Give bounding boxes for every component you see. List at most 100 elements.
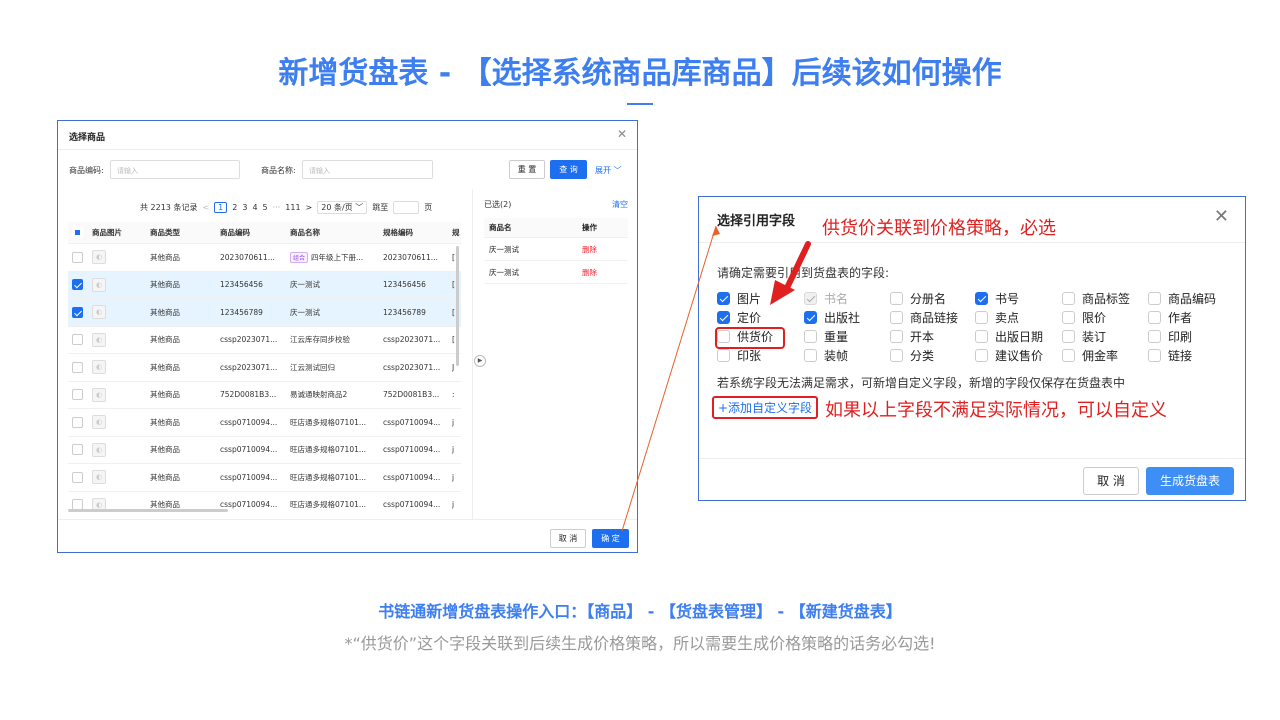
field-option[interactable]: 作者: [1148, 308, 1192, 327]
field-option[interactable]: 书号: [975, 289, 1019, 308]
product-name-input[interactable]: 请输入: [302, 160, 433, 179]
page-2[interactable]: 2: [232, 203, 237, 212]
table-row[interactable]: ◐ 其他商品 cssp0710094... 旺店通多规格07101... cssp071…: [68, 409, 461, 437]
field-checkbox[interactable]: [1148, 311, 1161, 324]
row-checkbox[interactable]: [72, 279, 83, 291]
delete-link[interactable]: 删除: [582, 261, 597, 283]
row-checkbox[interactable]: [72, 306, 83, 318]
field-option[interactable]: 佣金率: [1062, 346, 1118, 365]
product-code-input[interactable]: 请输入: [110, 160, 240, 179]
page-5[interactable]: 5: [263, 203, 268, 212]
select-all-checkbox[interactable]: [72, 227, 83, 238]
clear-link[interactable]: 清空: [612, 199, 628, 210]
title-underline: [627, 103, 653, 105]
field-checkbox[interactable]: [1062, 349, 1075, 362]
page-4[interactable]: 4: [252, 203, 257, 212]
field-checkbox[interactable]: [975, 330, 988, 343]
field-option[interactable]: 装帧: [804, 346, 848, 365]
field-option[interactable]: 卖点: [975, 308, 1019, 327]
horizontal-scrollbar[interactable]: [68, 509, 228, 512]
row-checkbox[interactable]: [72, 251, 83, 263]
field-option[interactable]: 图片: [717, 289, 761, 308]
reset-button[interactable]: 重 置: [509, 160, 545, 179]
field-option[interactable]: 定价: [717, 308, 761, 327]
close-icon[interactable]: ✕: [617, 127, 627, 141]
field-checkbox[interactable]: [717, 311, 730, 324]
column-header: 操作: [582, 223, 597, 232]
row-checkbox[interactable]: [72, 444, 83, 456]
page-size-select[interactable]: 20 条/页 ﹀: [317, 201, 368, 214]
field-checkbox[interactable]: [717, 292, 730, 305]
row-checkbox[interactable]: [72, 389, 83, 401]
field-option[interactable]: 限价: [1062, 308, 1106, 327]
table-row[interactable]: ◐ 其他商品 cssp0710094... 旺店通多规格07101... cssp071…: [68, 464, 461, 492]
query-button[interactable]: 查 询: [550, 160, 587, 179]
field-option[interactable]: 装订: [1062, 327, 1106, 346]
field-checkbox[interactable]: [975, 292, 988, 305]
field-checkbox[interactable]: [975, 349, 988, 362]
field-option[interactable]: 出版社: [804, 308, 860, 327]
table-row[interactable]: ◐ 其他商品 2023070611... 组合 四年级上下册... 2023070611.…: [68, 244, 461, 272]
chevron-right-icon[interactable]: ▶: [474, 355, 486, 367]
field-checkbox[interactable]: [804, 311, 817, 324]
page-111[interactable]: 111: [285, 203, 300, 212]
selected-table: 商品名 操作 庆一测试 删除 庆一测试 删除: [484, 218, 628, 284]
modal-title: 选择商品: [69, 133, 106, 143]
table-row[interactable]: ◐ 其他商品 123456456 庆一测试 123456456[: [68, 271, 461, 299]
field-option[interactable]: 出版日期: [975, 327, 1043, 346]
field-option[interactable]: 建议售价: [975, 346, 1043, 365]
table-row[interactable]: ◐ 其他商品 cssp2023071... 江云库存同步校验 cssp2023071..…: [68, 327, 461, 354]
field-option[interactable]: 商品标签: [1062, 289, 1130, 308]
page-ellipsis[interactable]: ···: [273, 203, 281, 212]
field-checkbox[interactable]: [1062, 330, 1075, 343]
field-option[interactable]: 开本: [890, 327, 934, 346]
product-name: 旺店通多规格07101...: [290, 445, 367, 455]
table-row[interactable]: ◐ 其他商品 123456789 庆一测试 123456789[: [68, 299, 461, 327]
page-1[interactable]: 1: [214, 202, 228, 213]
field-option[interactable]: 分册名: [890, 289, 946, 308]
row-checkbox[interactable]: [72, 416, 83, 428]
field-option[interactable]: 重量: [804, 327, 848, 346]
field-checkbox[interactable]: [890, 330, 903, 343]
delete-link[interactable]: 删除: [582, 238, 597, 260]
field-checkbox[interactable]: [890, 311, 903, 324]
generate-sheet-button[interactable]: 生成货盘表: [1146, 467, 1234, 495]
expand-link[interactable]: 展开 ﹀: [595, 165, 622, 176]
field-checkbox[interactable]: [804, 330, 817, 343]
table-row[interactable]: ◐ 其他商品 752D0081B3... 易诚通映射商品2 752D0081B3...:: [68, 382, 461, 409]
field-option[interactable]: 链接: [1148, 346, 1192, 365]
row-checkbox[interactable]: [72, 471, 83, 483]
field-option[interactable]: 印刷: [1148, 327, 1192, 346]
cancel-button[interactable]: 取 消: [550, 529, 586, 548]
next-page-icon[interactable]: >: [306, 203, 313, 212]
table-row[interactable]: ◐ 其他商品 cssp0710094... 旺店通多规格07101... cssp071…: [68, 437, 461, 464]
confirm-button[interactable]: 确 定: [592, 529, 629, 548]
field-checkbox[interactable]: [1148, 349, 1161, 362]
field-checkbox[interactable]: [717, 349, 730, 362]
field-checkbox[interactable]: [975, 311, 988, 324]
jump-input[interactable]: [393, 201, 420, 214]
field-option[interactable]: 商品链接: [890, 308, 958, 327]
row-checkbox[interactable]: [72, 334, 83, 346]
vertical-scrollbar[interactable]: [456, 246, 459, 366]
field-label: 装订: [1082, 330, 1107, 344]
close-icon[interactable]: ✕: [1214, 206, 1229, 227]
field-option[interactable]: 商品编码: [1148, 289, 1216, 308]
field-checkbox[interactable]: [1148, 292, 1161, 305]
page-3[interactable]: 3: [242, 203, 247, 212]
row-checkbox[interactable]: [72, 361, 83, 373]
product-code: 123456456: [220, 280, 263, 290]
spec-code: cssp2023071...: [383, 362, 441, 372]
field-checkbox[interactable]: [804, 349, 817, 362]
prev-page-icon[interactable]: <: [202, 203, 209, 212]
field-checkbox[interactable]: [890, 349, 903, 362]
add-custom-field-button[interactable]: +添加自定义字段: [712, 396, 818, 419]
field-checkbox[interactable]: [1148, 330, 1161, 343]
field-checkbox[interactable]: [1062, 292, 1075, 305]
field-checkbox[interactable]: [1062, 311, 1075, 324]
field-checkbox[interactable]: [890, 292, 903, 305]
table-row[interactable]: ◐ 其他商品 cssp2023071... 江云测试回归 cssp2023071... J: [68, 354, 461, 382]
field-option[interactable]: 分类: [890, 346, 934, 365]
product-code: cssp0710094...: [220, 417, 278, 427]
cancel-button[interactable]: 取 消: [1083, 467, 1139, 495]
